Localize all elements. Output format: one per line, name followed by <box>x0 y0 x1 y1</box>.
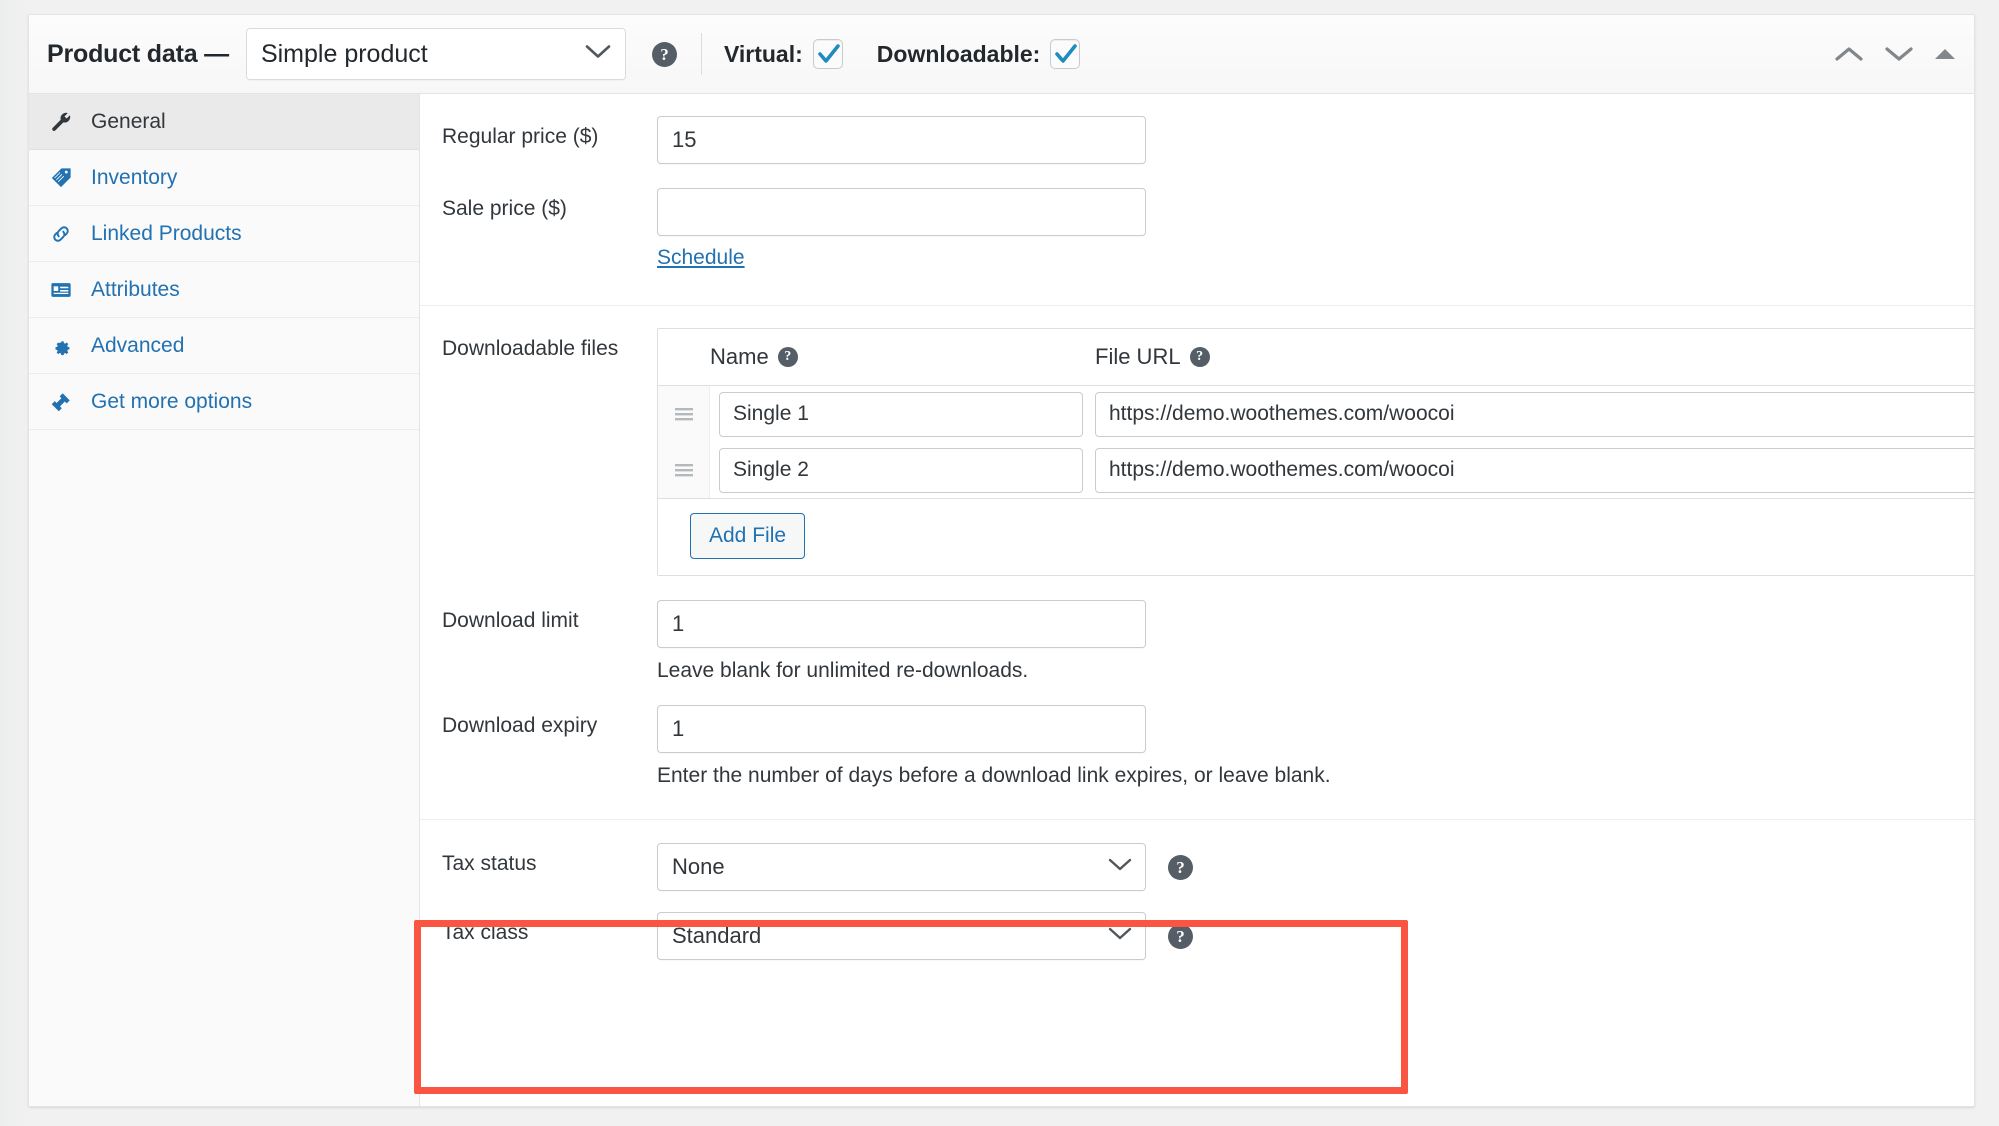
download-expiry-hint: Enter the number of days before a downlo… <box>657 764 1974 788</box>
header-divider <box>701 33 702 75</box>
panel-order-controls <box>1834 45 1956 63</box>
product-data-body: General Inventory Linked Products Attrib… <box>29 94 1974 1106</box>
table-row: Choose file <box>658 386 1975 442</box>
column-header-file-url-label: File URL <box>1095 344 1181 370</box>
download-limit-label: Download limit <box>442 600 657 633</box>
downloadable-field: Downloadable: <box>877 39 1081 69</box>
download-expiry-input[interactable] <box>657 705 1146 753</box>
attributes-card-icon <box>48 279 74 301</box>
chevron-up-icon[interactable] <box>1834 45 1864 63</box>
download-expiry-label: Download expiry <box>442 705 657 738</box>
chevron-down-icon <box>1108 926 1132 946</box>
table-footer: Add File <box>658 498 1975 575</box>
tax-status-label: Tax status <box>442 843 657 876</box>
tax-class-row: Tax class Standard ? <box>420 891 1974 960</box>
downloadable-files-row: Downloadable files Name ? File URL ? <box>420 306 1974 576</box>
tax-class-label: Tax class <box>442 912 657 945</box>
sale-price-label: Sale price ($) <box>442 188 657 221</box>
tax-status-value: None <box>672 854 725 880</box>
sidebar-item-get-more-options[interactable]: Get more options <box>29 374 419 430</box>
download-limit-hint: Leave blank for unlimited re-downloads. <box>657 659 1974 683</box>
regular-price-input[interactable] <box>657 116 1146 164</box>
sidebar-item-linked-products[interactable]: Linked Products <box>29 206 419 262</box>
sidebar-item-label: Inventory <box>91 166 177 190</box>
tax-status-row: Tax status None ? <box>420 820 1974 891</box>
tax-status-select[interactable]: None <box>657 843 1146 891</box>
file-url-input[interactable] <box>1095 392 1975 437</box>
chevron-down-icon[interactable] <box>1884 45 1914 63</box>
file-url-input[interactable] <box>1095 448 1975 493</box>
sidebar-item-label: General <box>91 110 166 134</box>
sidebar-item-label: Linked Products <box>91 222 242 246</box>
sale-price-input[interactable] <box>657 188 1146 236</box>
download-limit-row: Download limit Leave blank for unlimited… <box>420 576 1974 683</box>
table-row: Choose file <box>658 442 1975 498</box>
sidebar-item-advanced[interactable]: Advanced <box>29 318 419 374</box>
sale-price-row: Sale price ($) Schedule <box>420 164 1974 270</box>
gear-icon <box>48 335 74 357</box>
tax-status-help-icon[interactable]: ? <box>1168 855 1193 880</box>
file-url-help-icon[interactable]: ? <box>1190 347 1210 367</box>
product-type-select[interactable]: Simple product <box>246 28 626 80</box>
table-header-row: Name ? File URL ? <box>658 329 1975 386</box>
sidebar-item-label: Advanced <box>91 334 184 358</box>
file-name-input[interactable] <box>719 392 1083 437</box>
tax-class-select[interactable]: Standard <box>657 912 1146 960</box>
checkmark-icon <box>817 42 841 66</box>
product-type-value: Simple product <box>261 40 428 69</box>
product-data-header: Product data — Simple product ? Virtual:… <box>29 15 1974 94</box>
downloadable-files-table: Name ? File URL ? <box>657 328 1975 576</box>
regular-price-label: Regular price ($) <box>442 116 657 149</box>
add-file-button[interactable]: Add File <box>690 513 805 559</box>
downloadable-checkbox[interactable] <box>1050 39 1080 69</box>
sidebar-item-attributes[interactable]: Attributes <box>29 262 419 318</box>
file-name-input[interactable] <box>719 448 1083 493</box>
plug-icon <box>48 391 74 413</box>
checkmark-icon <box>1054 42 1078 66</box>
page-title: Product data — <box>47 40 229 69</box>
sidebar-item-label: Get more options <box>91 390 252 414</box>
drag-handle-icon[interactable] <box>658 386 710 442</box>
chevron-down-icon <box>1108 857 1132 877</box>
chevron-down-icon <box>585 44 611 65</box>
tag-icon <box>48 167 74 189</box>
column-header-file-url: File URL ? <box>1095 344 1975 370</box>
download-limit-input[interactable] <box>657 600 1146 648</box>
tax-class-value: Standard <box>672 923 761 949</box>
regular-price-row: Regular price ($) <box>420 94 1974 164</box>
downloadable-files-label: Downloadable files <box>442 328 657 361</box>
downloadable-label: Downloadable: <box>877 41 1041 68</box>
sidebar-item-label: Attributes <box>91 278 180 302</box>
column-header-name-label: Name <box>710 344 769 370</box>
general-tab-content: Regular price ($) Sale price ($) Schedul… <box>420 94 1974 1106</box>
link-icon <box>48 223 74 245</box>
virtual-field: Virtual: <box>724 39 843 69</box>
triangle-up-icon[interactable] <box>1934 47 1956 61</box>
drag-handle-icon[interactable] <box>658 442 710 498</box>
schedule-link[interactable]: Schedule <box>657 246 745 270</box>
virtual-label: Virtual: <box>724 41 803 68</box>
sidebar-item-inventory[interactable]: Inventory <box>29 150 419 206</box>
wrench-icon <box>48 111 74 133</box>
download-expiry-row: Download expiry Enter the number of days… <box>420 683 1974 788</box>
sidebar-item-general[interactable]: General <box>29 94 419 150</box>
virtual-checkbox[interactable] <box>813 39 843 69</box>
product-type-help-icon[interactable]: ? <box>652 42 677 67</box>
product-data-tabs: General Inventory Linked Products Attrib… <box>29 94 420 1106</box>
column-header-name: Name ? <box>710 344 1095 370</box>
name-help-icon[interactable]: ? <box>778 347 798 367</box>
product-data-panel: Product data — Simple product ? Virtual:… <box>28 14 1975 1107</box>
tax-class-help-icon[interactable]: ? <box>1168 924 1193 949</box>
